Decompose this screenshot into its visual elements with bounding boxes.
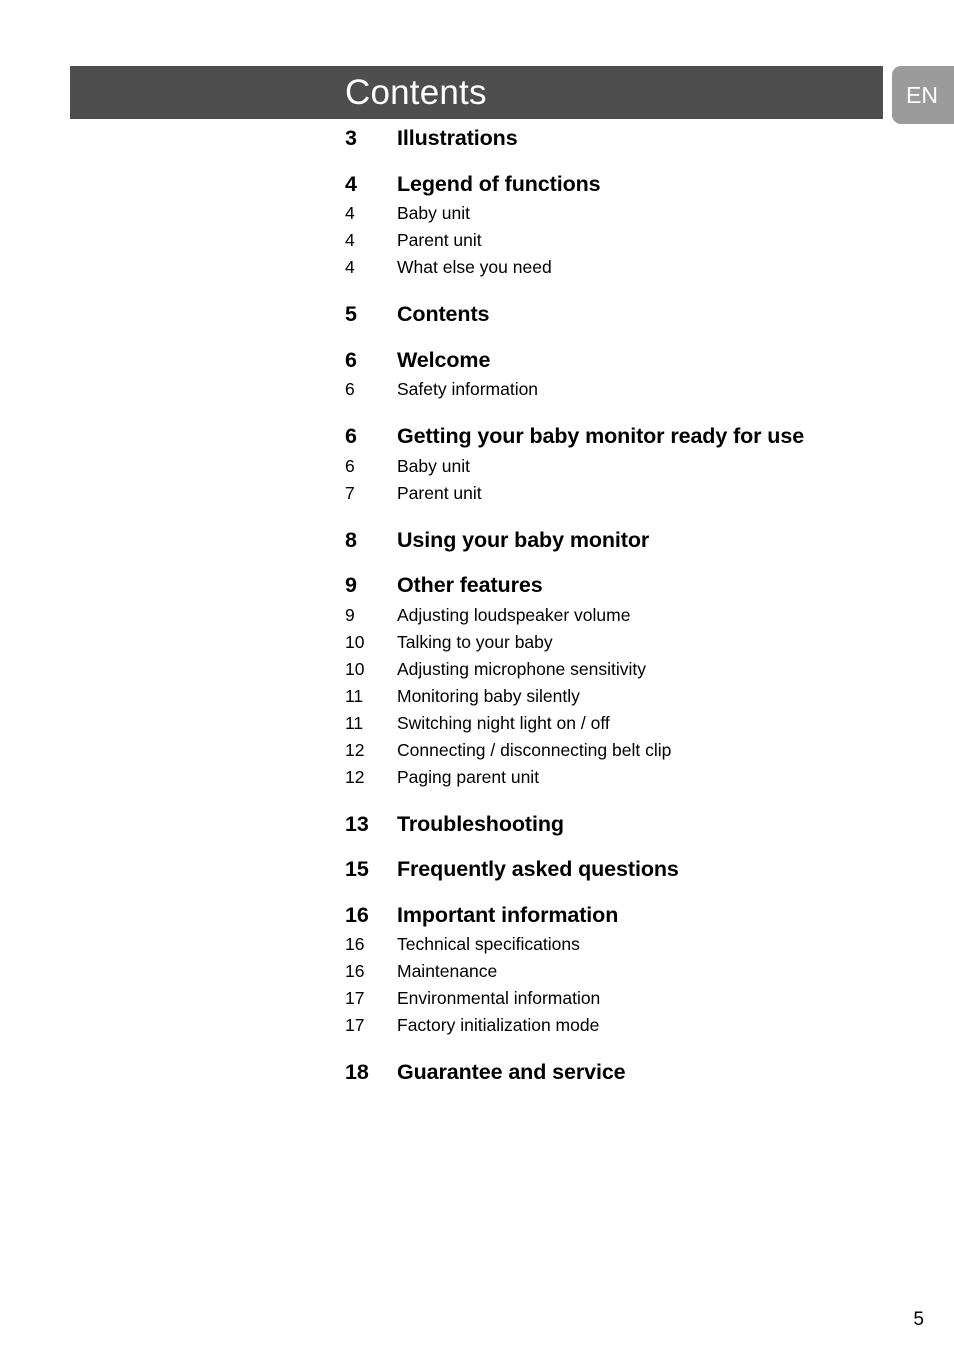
toc-subsection-row[interactable]: 6 Baby unit	[0, 454, 954, 479]
toc-chapter-row[interactable]: 5 Contents	[0, 304, 954, 326]
toc-entry-title: Contents	[397, 302, 490, 327]
toc-page-number: 17	[345, 988, 365, 1009]
toc-entry-title: Illustrations	[397, 126, 518, 150]
toc-entry-title: Parent unit	[397, 482, 482, 503]
toc-chapter-row[interactable]: 15 Frequently asked questions	[0, 859, 954, 881]
toc-entry-title: Adjusting microphone sensitivity	[397, 658, 647, 679]
toc-subsection-row[interactable]: 4 Parent unit	[0, 228, 954, 253]
toc-entry-title: Monitoring baby silently	[397, 685, 580, 706]
toc-page-number: 16	[345, 902, 369, 927]
toc-page-number: 4	[345, 257, 355, 278]
toc-page-number: 11	[345, 712, 364, 733]
toc-page-number: 6	[345, 379, 355, 400]
toc-page-number: 6	[345, 347, 357, 372]
table-of-contents: 3 Illustrations 4 Legend of functions 4 Baby …	[0, 126, 954, 1084]
toc-subsection-row[interactable]: 12 Paging parent unit	[0, 765, 954, 790]
toc-chapter-row[interactable]: 6 Getting your baby monitor ready for use	[0, 426, 954, 448]
toc-chapter-row[interactable]: 16 Important information	[0, 902, 954, 927]
toc-page-number: 16	[345, 961, 365, 982]
toc-page-number: 13	[345, 811, 369, 836]
toc-subsection-row[interactable]: 4 What else you need	[0, 255, 954, 280]
toc-subsection-row[interactable]: 10 Adjusting microphone sensitivity	[0, 657, 954, 682]
toc-entry-title: Safety information	[397, 379, 539, 400]
toc-subsection-row[interactable]: 16 Technical specifications	[0, 932, 954, 957]
toc-subsection-row[interactable]: 4 Baby unit	[0, 201, 954, 226]
page-title: Contents	[345, 73, 487, 112]
toc-page-number: 5	[345, 302, 357, 327]
toc-page-number: 15	[345, 857, 369, 882]
toc-entry-title: Welcome	[397, 347, 491, 372]
toc-entry-title: What else you need	[397, 257, 552, 278]
toc-subsection-row[interactable]: 11 Monitoring baby silently	[0, 684, 954, 709]
toc-entry-title: Troubleshooting	[397, 811, 564, 836]
toc-entry-title: Parent unit	[397, 230, 482, 251]
language-tab-en[interactable]: EN	[892, 66, 954, 124]
toc-subsection-row[interactable]: 10 Talking to your baby	[0, 630, 954, 655]
toc-entry-title: Baby unit	[397, 455, 470, 476]
toc-page-number: 12	[345, 766, 365, 787]
toc-page-number: 6	[345, 455, 355, 476]
toc-entry-title: Maintenance	[397, 961, 498, 982]
toc-chapter-row[interactable]: 18 Guarantee and service	[0, 1062, 954, 1084]
toc-entry-title: Legend of functions	[397, 171, 601, 196]
toc-entry-title: Baby unit	[397, 203, 470, 223]
toc-entry-title: Switching night light on / off	[397, 712, 610, 733]
toc-subsection-row[interactable]: 6 Safety information	[0, 377, 954, 402]
toc-subsection-row[interactable]: 11 Switching night light on / off	[0, 711, 954, 736]
toc-entry-title: Environmental information	[397, 988, 601, 1009]
toc-page-number: 17	[345, 1015, 365, 1036]
toc-page-number: 7	[345, 482, 355, 503]
toc-entry-title: Adjusting loudspeaker volume	[397, 604, 631, 625]
toc-page-number: 18	[345, 1060, 369, 1085]
language-tab-label: EN	[906, 81, 938, 108]
toc-entry-title: Frequently asked questions	[397, 857, 679, 882]
toc-entry-title: Getting your baby monitor ready for use	[397, 424, 805, 449]
toc-subsection-row[interactable]: 17 Factory initialization mode	[0, 1013, 954, 1038]
toc-entry-title: Important information	[397, 902, 619, 927]
toc-subsection-row[interactable]: 17 Environmental information	[0, 986, 954, 1011]
toc-page-number: 9	[345, 604, 355, 625]
toc-entry-title: Other features	[397, 573, 543, 598]
toc-page-number: 8	[345, 527, 357, 552]
toc-subsection-row[interactable]: 7 Parent unit	[0, 481, 954, 506]
header-bar: Contents	[70, 66, 883, 119]
toc-page-number: 9	[345, 573, 357, 598]
toc-chapter-row[interactable]: 6 Welcome	[0, 347, 954, 372]
toc-entry-title: Using your baby monitor	[397, 527, 650, 552]
toc-page-number: 10	[345, 631, 365, 652]
toc-page-number: 10	[345, 658, 365, 679]
toc-subsection-row[interactable]: 12 Connecting / disconnecting belt clip	[0, 738, 954, 763]
toc-chapter-row[interactable]: 3 Illustrations	[0, 126, 954, 150]
toc-page-number: 4	[345, 171, 357, 196]
toc-page-number: 6	[345, 424, 357, 449]
toc-subsection-row[interactable]: 9 Adjusting loudspeaker volume	[0, 603, 954, 628]
toc-entry-title: Factory initialization mode	[397, 1015, 600, 1036]
toc-page-number: 3	[345, 126, 357, 150]
toc-page-number: 11	[345, 685, 364, 706]
toc-subsection-row[interactable]: 16 Maintenance	[0, 959, 954, 984]
toc-chapter-row[interactable]: 4 Legend of functions	[0, 171, 954, 196]
toc-entry-title: Talking to your baby	[397, 631, 553, 652]
toc-page-number: 12	[345, 739, 365, 760]
footer-page-number: 5	[913, 1309, 924, 1330]
toc-entry-title: Paging parent unit	[397, 766, 540, 787]
toc-chapter-row[interactable]: 9 Other features	[0, 575, 954, 597]
toc-page-number: 4	[345, 203, 355, 223]
toc-chapter-row[interactable]: 13 Troubleshooting	[0, 811, 954, 836]
toc-entry-title: Guarantee and service	[397, 1060, 626, 1085]
toc-entry-title: Connecting / disconnecting belt clip	[397, 739, 672, 760]
toc-page-number: 4	[345, 230, 355, 251]
toc-entry-title: Technical specifications	[397, 934, 580, 955]
toc-page-number: 16	[345, 934, 365, 955]
toc-chapter-row[interactable]: 8 Using your baby monitor	[0, 527, 954, 552]
page-header: Contents EN	[0, 66, 954, 124]
